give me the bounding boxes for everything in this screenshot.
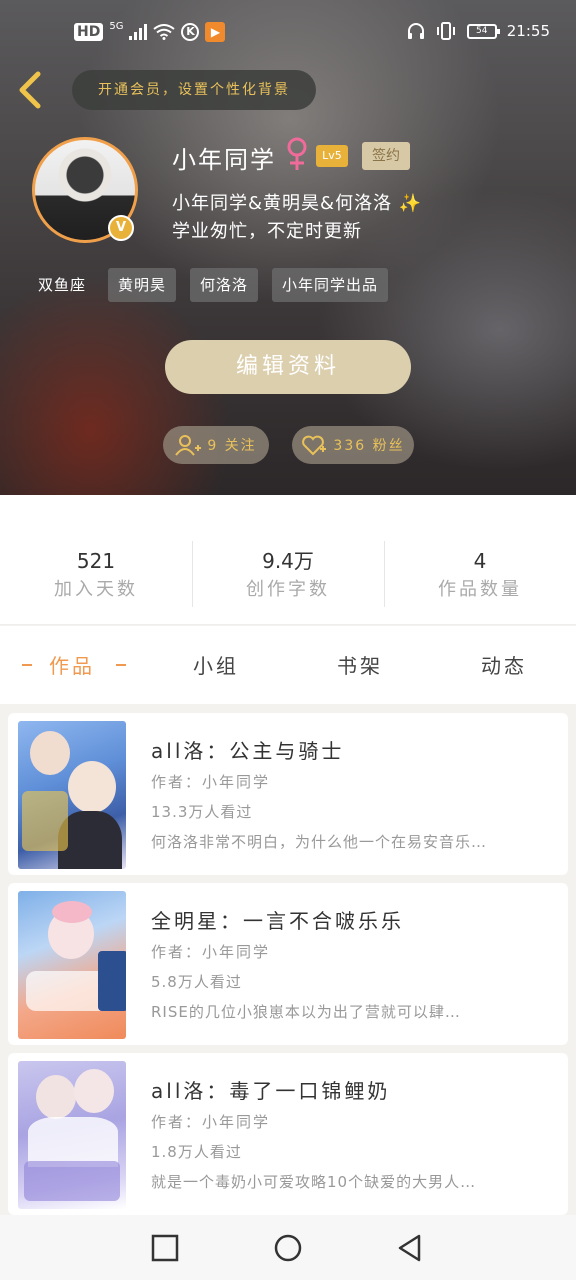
- cover-figure: [36, 1075, 76, 1119]
- vip-background-pill[interactable]: 开通会员，设置个性化背景: [72, 70, 316, 110]
- book-title: all洛：公主与骑士: [151, 739, 345, 763]
- wifi-icon: [153, 24, 176, 40]
- hd-badge: HD: [74, 23, 104, 41]
- signal-icon: [129, 24, 148, 40]
- tag-item[interactable]: 黄明昊: [108, 268, 177, 302]
- chevron-left-icon: [19, 71, 41, 109]
- avatar[interactable]: V: [32, 137, 138, 243]
- stat-value: 9.4万: [262, 549, 314, 573]
- cover-figure: [98, 951, 126, 1011]
- book-views: 13.3万人看过: [151, 803, 253, 821]
- cover-figure: [74, 1069, 114, 1113]
- tab-bookshelf[interactable]: 书架: [337, 650, 383, 679]
- cover-figure: [52, 901, 92, 923]
- heart-plus-icon: [302, 435, 327, 456]
- system-nav-bar: [0, 1215, 576, 1280]
- stat-join-days: 521 加入天数: [0, 495, 192, 624]
- clock: 21:55: [506, 22, 550, 40]
- video-app-icon: ▶: [205, 22, 226, 42]
- level-badge: Lv5: [316, 145, 348, 167]
- recent-apps-button[interactable]: [150, 1233, 180, 1263]
- book-cover: [18, 1061, 126, 1209]
- bio: 小年同学&黄明昊&何洛洛 ✨ 学业匆忙，不定时更新: [172, 190, 422, 246]
- bio-text-2: 学业匆忙，不定时更新: [172, 221, 362, 242]
- verified-badge: V: [108, 215, 134, 241]
- headphones-icon: [407, 23, 424, 39]
- edit-profile-button[interactable]: 编辑资料: [165, 340, 411, 394]
- book-title: 全明星：一言不合啵乐乐: [151, 909, 404, 933]
- tag-list: 双鱼座 黄明昊 何洛洛 小年同学出品: [30, 268, 389, 302]
- book-author: 作者：小年同学: [151, 943, 271, 961]
- status-bar: HD 5G K ▶ 54 21:55: [0, 0, 576, 58]
- stat-works-count: 4 作品数量: [384, 495, 576, 624]
- tab-bar: 作品 小组 书架 动态: [0, 626, 576, 704]
- book-author: 作者：小年同学: [151, 773, 271, 791]
- back-nav-button[interactable]: [395, 1233, 425, 1263]
- tag-item[interactable]: 小年同学出品: [272, 268, 389, 302]
- book-cover: [18, 721, 126, 869]
- book-card[interactable]: all洛：毒了一口锦鲤奶 作者：小年同学 1.8万人看过 就是一个毒奶小可爱攻略…: [8, 1053, 568, 1215]
- stat-value: 521: [76, 549, 116, 573]
- cover-figure: [22, 791, 68, 851]
- stat-label: 加入天数: [54, 579, 138, 600]
- bio-line: 小年同学&黄明昊&何洛洛 ✨: [172, 190, 422, 218]
- fans-count: 336 粉丝: [333, 438, 405, 454]
- status-left: HD 5G K ▶: [74, 20, 226, 42]
- book-views: 1.8万人看过: [151, 1143, 242, 1161]
- following-button[interactable]: 9 关注: [163, 426, 269, 464]
- stat-value: 4: [473, 549, 487, 573]
- tab-groups[interactable]: 小组: [193, 650, 239, 679]
- back-button[interactable]: [12, 68, 48, 112]
- profile-header: HD 5G K ▶ 54 21:55 开通会员，设置个性化背景 V 小年同学 L…: [0, 0, 576, 495]
- book-title: all洛：毒了一口锦鲤奶: [151, 1079, 391, 1103]
- fans-button[interactable]: 336 粉丝: [292, 426, 414, 464]
- tag-item[interactable]: 何洛洛: [190, 268, 259, 302]
- female-icon: [287, 137, 307, 170]
- book-views: 5.8万人看过: [151, 973, 242, 991]
- tab-indicator-right: [116, 664, 126, 666]
- tab-indicator-left: [22, 664, 32, 666]
- following-count: 9 关注: [207, 438, 257, 454]
- stat-label: 作品数量: [438, 579, 522, 600]
- sparkle-icon: ✨: [398, 193, 423, 214]
- book-description: 就是一个毒奶小可爱攻略10个缺爱的大男人…: [151, 1173, 477, 1191]
- signed-badge: 签约: [362, 142, 410, 170]
- tab-works[interactable]: 作品: [49, 650, 95, 679]
- username: 小年同学: [172, 146, 276, 174]
- tab-activity[interactable]: 动态: [481, 650, 527, 679]
- k-app-icon: K: [181, 23, 200, 41]
- battery-icon: 54: [466, 23, 500, 39]
- cover-figure: [30, 731, 70, 775]
- book-card[interactable]: 全明星：一言不合啵乐乐 作者：小年同学 5.8万人看过 RISE的几位小狼崽本以…: [8, 883, 568, 1045]
- network-badge: 5G: [109, 20, 124, 32]
- book-description: RISE的几位小狼崽本以为出了营就可以肆…: [151, 1003, 461, 1021]
- cover-figure: [28, 1117, 118, 1167]
- stat-label: 创作字数: [246, 579, 330, 600]
- book-cover: [18, 891, 126, 1039]
- stats-row: 521 加入天数 9.4万 创作字数 4 作品数量: [0, 495, 576, 625]
- status-right: 54 21:55: [407, 22, 550, 40]
- book-author: 作者：小年同学: [151, 1113, 271, 1131]
- tag-item[interactable]: 双鱼座: [30, 268, 94, 302]
- book-card[interactable]: all洛：公主与骑士 作者：小年同学 13.3万人看过 何洛洛非常不明白，为什么…: [8, 713, 568, 875]
- bio-text-1: 小年同学&黄明昊&何洛洛: [172, 193, 393, 214]
- cover-figure: [68, 761, 116, 813]
- vibrate-icon: [436, 22, 455, 40]
- cover-figure: [24, 1161, 120, 1201]
- book-description: 何洛洛非常不明白，为什么他一个在易安音乐…: [151, 833, 488, 851]
- stat-word-count: 9.4万 创作字数: [192, 495, 384, 624]
- user-plus-icon: [175, 435, 202, 456]
- home-button[interactable]: [273, 1233, 303, 1263]
